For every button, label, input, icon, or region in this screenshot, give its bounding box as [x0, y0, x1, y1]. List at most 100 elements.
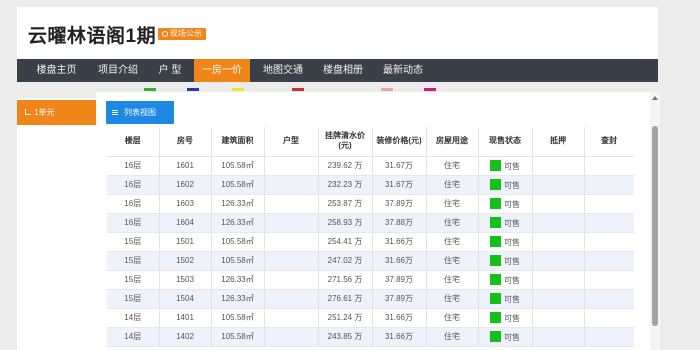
col-layout-cell [264, 213, 319, 233]
scroll-thumb[interactable] [652, 126, 658, 326]
col-usage-cell: 住宅 [426, 213, 479, 233]
col-sale-status-cell: 可售 [478, 156, 533, 176]
table-header-row: 楼层 房号 建筑面积 户型 挂牌清水价(元) 装修价格(元) 房屋用途 现售状态 抵押 查封 [107, 127, 634, 157]
col-usage-cell: 住宅 [426, 308, 479, 328]
col-room-cell: 1603 [159, 194, 212, 214]
col-room-cell: 1503 [159, 270, 212, 290]
col-list-price-cell: 243.85 万 [318, 327, 373, 347]
unit-tab-1[interactable]: 1单元 [17, 100, 96, 125]
col-area-cell: 105.58㎡ [211, 156, 265, 176]
col-sale-status-cell: 可售 [478, 175, 533, 195]
col-mortgage-cell [532, 213, 585, 233]
col-layout-cell [264, 194, 319, 214]
unit-icon [25, 109, 31, 115]
col-sale-status-cell: 可售 [478, 289, 533, 309]
col-decoration-price-cell: 37.89万 [372, 270, 427, 290]
col-area-cell: 105.58㎡ [211, 232, 265, 252]
table-row[interactable]: 15层 1504 126.33㎡ 276.61 万 37.89万 住宅 可售 [107, 289, 634, 309]
live-badge-label: 现场公示 [170, 29, 202, 38]
list-view-label: 列表视图 [124, 108, 156, 117]
available-status-icon [490, 197, 501, 209]
col-mortgage-cell [532, 156, 585, 176]
table-row[interactable]: 15层 1501 105.58㎡ 254.41 万 31.66万 住宅 可售 [107, 232, 634, 252]
col-seizure-cell [584, 327, 634, 347]
nav-item-map-traffic[interactable]: 地图交通 [255, 59, 311, 82]
table-row[interactable]: 16层 1601 105.58㎡ 239.62 万 31.67万 住宅 可售 [107, 156, 634, 176]
col-area-cell: 126.33㎡ [211, 270, 265, 290]
nav-item-home[interactable]: 楼盘主页 [30, 59, 83, 82]
col-sale-status-cell: 可售 [478, 308, 533, 328]
table-row[interactable]: 14层 1401 105.58㎡ 251.24 万 31.66万 住宅 可售 [107, 308, 634, 328]
col-usage-cell: 住宅 [426, 251, 479, 271]
col-list-price-cell: 232.23 万 [318, 175, 373, 195]
col-mortgage-cell [532, 251, 585, 271]
col-sale-status-cell: 可售 [478, 270, 533, 290]
table-row[interactable]: 14层 1402 105.58㎡ 243.85 万 31.66万 住宅 可售 [107, 327, 634, 347]
col-room-cell: 1504 [159, 289, 212, 309]
list-view-tab[interactable]: 列表视图 [106, 101, 174, 124]
sale-status-label: 可售 [504, 313, 520, 323]
nav-item-price-list[interactable]: 一房一价 [194, 59, 250, 82]
sale-status-label: 可售 [504, 275, 520, 285]
col-usage-header: 房屋用途 [426, 127, 479, 157]
col-layout-cell [264, 289, 319, 309]
nav-item-photo-album[interactable]: 楼盘相册 [315, 59, 371, 82]
table-row[interactable]: 16层 1603 126.33㎡ 253.87 万 37.89万 住宅 可售 [107, 194, 634, 214]
col-layout-cell [264, 175, 319, 195]
vertical-scrollbar[interactable] [650, 92, 660, 350]
col-mortgage-cell [532, 270, 585, 290]
sale-status-label: 可售 [504, 332, 520, 342]
col-floor-header: 楼层 [107, 127, 160, 157]
sale-status-label: 可售 [504, 199, 520, 209]
col-room-cell: 1402 [159, 327, 212, 347]
col-decoration-price-cell: 31.66万 [372, 327, 427, 347]
col-room-cell: 1502 [159, 251, 212, 271]
col-room-cell: 1602 [159, 175, 212, 195]
sale-status-label: 可售 [504, 161, 520, 171]
col-layout-cell [264, 308, 319, 328]
nav-item-floor-plans[interactable]: 户 型 [149, 59, 191, 82]
col-seizure-cell [584, 308, 634, 328]
col-mortgage-header: 抵押 [532, 127, 585, 157]
nav-item-latest-news[interactable]: 最新动态 [375, 59, 431, 82]
col-seizure-cell [584, 251, 634, 271]
available-status-icon [490, 178, 501, 190]
col-area-cell: 126.33㎡ [211, 213, 265, 233]
live-display-badge[interactable]: 现场公示 [158, 28, 206, 40]
col-decoration-price-cell: 37.88万 [372, 213, 427, 233]
col-decoration-price-cell: 31.66万 [372, 251, 427, 271]
nav-item-project-intro[interactable]: 项目介绍 [89, 59, 147, 82]
table-row[interactable]: 15层 1503 126.33㎡ 271.56 万 37.89万 住宅 可售 [107, 270, 634, 290]
col-area-cell: 105.58㎡ [211, 175, 265, 195]
col-list-price-cell: 247.02 万 [318, 251, 373, 271]
legend-swatch [144, 88, 156, 91]
price-table-container: 楼层 房号 建筑面积 户型 挂牌清水价(元) 装修价格(元) 房屋用途 现售状态 抵押 查封 16… [107, 127, 634, 350]
scroll-up-arrow-icon[interactable] [652, 96, 658, 100]
sale-status-label: 可售 [504, 237, 520, 247]
table-row[interactable]: 16层 1604 126.33㎡ 258.93 万 37.88万 住宅 可售 [107, 213, 634, 233]
table-row[interactable]: 15层 1502 105.58㎡ 247.02 万 31.66万 住宅 可售 [107, 251, 634, 271]
table-body: 16层 1601 105.58㎡ 239.62 万 31.67万 住宅 可售 16层 1602 1… [107, 156, 634, 347]
sale-status-label: 可售 [504, 180, 520, 190]
col-list-price-cell: 276.61 万 [318, 289, 373, 309]
col-usage-cell: 住宅 [426, 327, 479, 347]
available-status-icon [490, 254, 501, 266]
col-seizure-cell [584, 213, 634, 233]
price-table: 楼层 房号 建筑面积 户型 挂牌清水价(元) 装修价格(元) 房屋用途 现售状态 抵押 查封 16… [107, 127, 634, 347]
col-list-price-cell: 239.62 万 [318, 156, 373, 176]
col-floor-cell: 15层 [107, 270, 160, 290]
available-status-icon [490, 159, 501, 171]
table-row[interactable]: 16层 1602 105.58㎡ 232.23 万 31.67万 住宅 可售 [107, 175, 634, 195]
col-decoration-price-cell: 31.67万 [372, 156, 427, 176]
col-floor-cell: 16层 [107, 213, 160, 233]
col-sale-status-cell: 可售 [478, 232, 533, 252]
col-area-cell: 105.58㎡ [211, 251, 265, 271]
available-status-icon [490, 292, 501, 304]
legend-swatch [187, 88, 199, 91]
col-floor-cell: 15层 [107, 232, 160, 252]
legend-swatch [424, 88, 436, 91]
col-sale-status-header: 现售状态 [478, 127, 533, 157]
legend-swatch [292, 88, 304, 91]
col-usage-cell: 住宅 [426, 156, 479, 176]
col-area-cell: 126.33㎡ [211, 194, 265, 214]
